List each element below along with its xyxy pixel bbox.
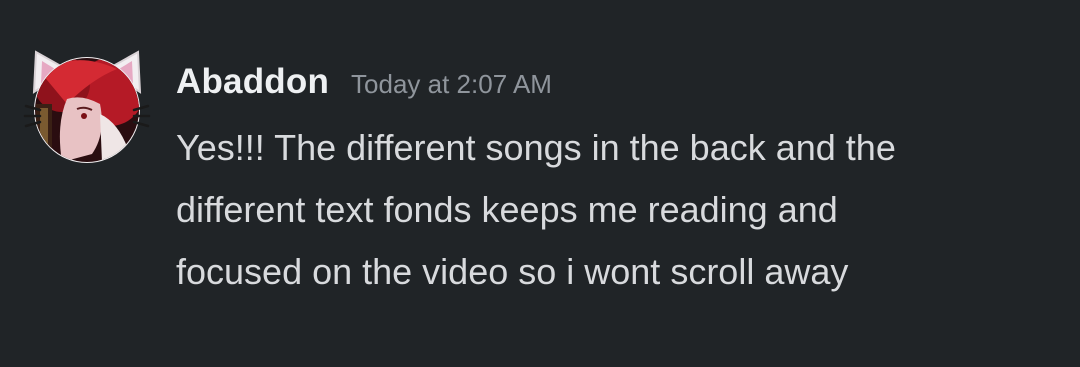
chat-message: Abaddon Today at 2:07 AM Yes!!! The diffe…	[0, 0, 1080, 367]
timestamp: Today at 2:07 AM	[351, 69, 552, 99]
message-line: focused on the video so i wont scroll aw…	[176, 251, 849, 292]
message-content: Yes!!! The different songs in the back a…	[176, 117, 1056, 303]
avatar[interactable]	[22, 44, 152, 168]
username[interactable]: Abaddon	[176, 62, 329, 102]
message-line: different text fonds keeps me reading an…	[176, 189, 838, 230]
message-header: Abaddon Today at 2:07 AM	[176, 62, 552, 108]
message-line: Yes!!! The different songs in the back a…	[176, 127, 896, 168]
cat-ear-avatar-icon	[23, 50, 151, 163]
